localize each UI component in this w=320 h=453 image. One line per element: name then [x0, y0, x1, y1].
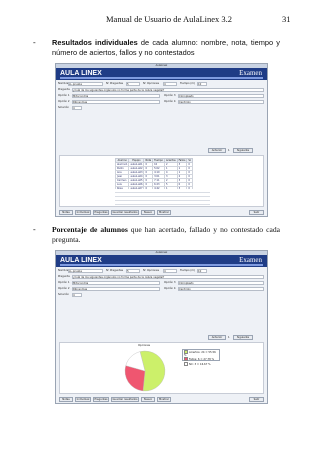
pie-chart — [124, 350, 166, 392]
table-cell: aula1-a03 — [128, 170, 145, 175]
app-header: AULA LINEX Examen — [56, 255, 267, 267]
bottom-toolbar: Notas Individual Preguntas Guardar resultad… — [59, 210, 199, 215]
table-cell: aula1-a01 — [128, 162, 145, 167]
tiempo-label: Tiempo (m) — [180, 269, 195, 272]
toolbar-button[interactable]: Nuevo — [141, 210, 155, 215]
nopciones-field[interactable]: 4 — [163, 269, 177, 273]
next-button[interactable]: Siguiente — [233, 335, 253, 340]
opcion1-label: Opción 1 — [58, 94, 70, 97]
opcion3-label: Opción 3 — [164, 281, 176, 284]
toolbar-button[interactable]: Preguntas — [93, 397, 109, 402]
bullet-dash: - — [33, 38, 36, 47]
table-cell: aula1-a02 — [128, 166, 145, 171]
opcion2-field[interactable]: Ribosomas — [72, 100, 160, 104]
bullet-text: Porcentaje de alumnos que han acertado, … — [52, 225, 280, 245]
npreguntas-label: Nº Preguntas — [106, 82, 124, 85]
toolbar-button[interactable]: Notas — [59, 397, 73, 402]
opcion3-label: Opción 3 — [164, 94, 176, 97]
salir-button[interactable]: Salir — [249, 397, 264, 402]
opcion1-field[interactable]: Mitocondria — [72, 281, 160, 285]
opcion2-label: Opción 2 — [58, 100, 70, 103]
exam-title: Examen — [239, 69, 262, 77]
npreguntas-field[interactable]: 5 — [126, 82, 140, 86]
solucion-field[interactable]: 4 — [72, 293, 82, 297]
page-indicator: 1 — [228, 336, 230, 339]
pregunta-label: Pregunta — [58, 88, 70, 91]
pregunta-field[interactable]: ¿Cuál de los siguientes orgánulos no for… — [72, 275, 264, 279]
next-button[interactable]: Siguiente — [233, 148, 253, 153]
tiempo-field[interactable]: 10 — [197, 269, 207, 273]
opcion3-field[interactable]: Cloroplasto — [178, 94, 264, 98]
page-header: Manual de Usuario de AulaLinex 3.2 31 — [0, 14, 320, 24]
bullet-bold: Porcentaje de alumnos — [52, 225, 128, 234]
column-header[interactable]: Aciertos — [163, 158, 178, 163]
opcion1-label: Opción 1 — [58, 281, 70, 284]
salir-button[interactable]: Salir — [249, 210, 264, 215]
opcion4-label: Opción 4 — [164, 287, 176, 290]
bullet-dash: - — [33, 225, 36, 234]
nombre-field[interactable]: LL.prueba — [68, 82, 103, 86]
column-header[interactable]: Tiempo — [152, 158, 165, 163]
tiempo-label: Tiempo (m) — [180, 82, 195, 85]
bullet-text: Resultados individuales de cada alumno: … — [52, 38, 280, 58]
npreguntas-field[interactable]: 5 — [126, 269, 140, 273]
page-indicator: 1 — [228, 149, 230, 152]
column-header[interactable]: Alumno — [114, 158, 130, 163]
opcion2-label: Opción 2 — [58, 287, 70, 290]
bottom-toolbar: Notas Individual Preguntas Guardar resultad… — [59, 397, 199, 402]
app-header: AULA LINEX Examen — [56, 68, 267, 80]
chart-legend: Aciertos: 24 = 55.56 % Fallos: 6 = 27.78 … — [182, 349, 220, 366]
table-cell: aula1-a04 — [128, 174, 145, 179]
legend-swatch — [184, 361, 188, 366]
previous-button[interactable]: Anterior — [208, 148, 226, 153]
nombre-label: Nombre — [58, 269, 69, 272]
toolbar-button[interactable]: Individual — [75, 397, 91, 402]
solucion-field[interactable]: 4 — [72, 106, 82, 110]
app-window-results: AulaLinex AULA LINEX Examen Nombre LL.pr… — [55, 63, 268, 217]
opcion4-label: Opción 4 — [164, 100, 176, 103]
toolbar-button[interactable]: Guardar resultados — [111, 210, 139, 215]
solucion-label: Solución — [58, 293, 69, 296]
chart-panel: Opciones Aciertos: 24 = 55.56 % Fallos: 6… — [59, 342, 264, 394]
table-cell: alumno1 — [114, 162, 130, 167]
page-number: 31 — [282, 14, 291, 24]
tiempo-field[interactable]: 10 — [197, 82, 207, 86]
legend-item: NC: 3 = 16.67 % — [183, 361, 219, 366]
exam-title: Examen — [239, 256, 262, 264]
solucion-label: Solución — [58, 106, 69, 109]
toolbar-button[interactable]: Mostrar — [157, 210, 171, 215]
results-table-panel: Alumno Equipo Nota Tiempo Aciertos Fallos Sc a… — [59, 155, 264, 207]
nombre-label: Nombre — [58, 82, 69, 85]
npreguntas-label: Nº Preguntas — [106, 269, 124, 272]
header-bar — [60, 77, 263, 79]
nombre-field[interactable]: LL.prueba — [68, 269, 103, 273]
pregunta-field[interactable]: ¿Cuál de los siguientes orgánulos no for… — [72, 88, 264, 92]
header-bar — [60, 264, 263, 266]
opcion1-field[interactable]: Mitocondria — [72, 94, 160, 98]
toolbar-button[interactable]: Guardar resultados — [111, 397, 139, 402]
opcion4-field[interactable]: Centriolo — [178, 100, 264, 104]
document-title: Manual de Usuario de AulaLinex 3.2 — [106, 14, 233, 24]
opcion4-field[interactable]: Centriolo — [178, 287, 264, 291]
table-empty-rows — [115, 189, 210, 206]
toolbar-button[interactable]: Notas — [59, 210, 73, 215]
toolbar-button[interactable]: Mostrar — [157, 397, 171, 402]
app-window-percentages: AulaLinex AULA LINEX Examen Nombre LL.pr… — [55, 250, 268, 404]
table-cell: aula1-a06 — [128, 182, 145, 187]
opcion2-field[interactable]: Ribosomas — [72, 287, 160, 291]
nopciones-label: Nº Opciones — [143, 269, 159, 272]
previous-button[interactable]: Anterior — [208, 335, 226, 340]
nopciones-field[interactable]: 4 — [163, 82, 177, 86]
toolbar-button[interactable]: Nuevo — [141, 397, 155, 402]
table-cell: aula1-a05 — [128, 178, 145, 183]
legend-item: Aciertos: 24 = 55.56 % — [184, 350, 216, 358]
toolbar-button[interactable]: Preguntas — [93, 210, 109, 215]
toolbar-button[interactable]: Individual — [75, 210, 91, 215]
legend-item: Fallos: 6 = 27.78 % — [183, 357, 219, 362]
pregunta-label: Pregunta — [58, 275, 70, 278]
nopciones-label: Nº Opciones — [143, 82, 159, 85]
opcion3-field[interactable]: Cloroplasto — [178, 281, 264, 285]
bullet-bold: Resultados individuales — [52, 38, 138, 47]
